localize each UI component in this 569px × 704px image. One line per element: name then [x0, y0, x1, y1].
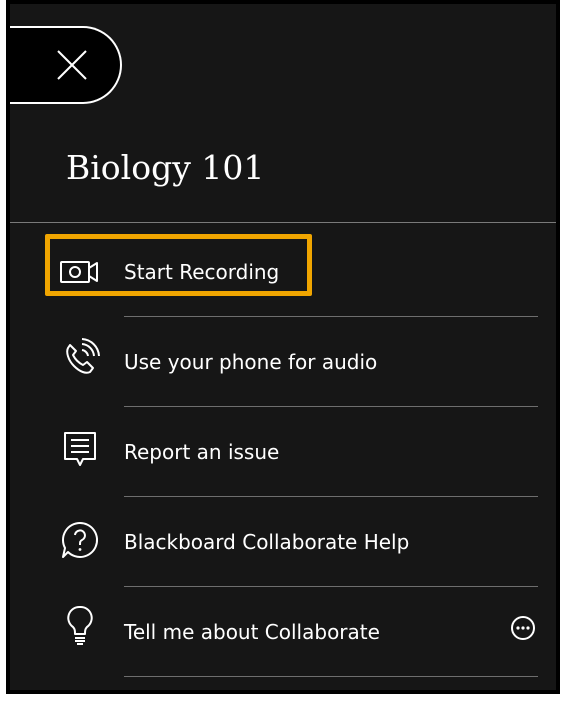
session-title: Biology 101	[66, 148, 265, 187]
menu-item-label: Report an issue	[124, 440, 280, 464]
session-menu-panel: Biology 101 Start Recording Use your pho…	[6, 0, 560, 694]
help-icon	[56, 516, 104, 564]
start-recording-highlight	[45, 234, 312, 296]
menu-item-help[interactable]: Blackboard Collaborate Help	[10, 496, 556, 587]
menu-divider	[124, 676, 538, 677]
title-divider	[10, 222, 556, 223]
screenshot-frame: Biology 101 Start Recording Use your pho…	[2, 0, 566, 702]
menu-item-tell-me-about[interactable]: Tell me about Collaborate	[10, 586, 556, 677]
menu-item-report-issue[interactable]: Report an issue	[10, 406, 556, 497]
close-button[interactable]	[10, 26, 122, 104]
menu-item-phone-audio[interactable]: Use your phone for audio	[10, 316, 556, 407]
close-icon	[57, 50, 87, 80]
menu-item-label: Blackboard Collaborate Help	[124, 530, 410, 554]
menu-item-label: Tell me about Collaborate	[124, 620, 380, 644]
menu-item-label: Use your phone for audio	[124, 350, 378, 374]
more-options-icon[interactable]	[510, 615, 536, 641]
lightbulb-icon	[56, 602, 104, 650]
report-issue-icon	[56, 426, 104, 474]
phone-audio-icon	[56, 334, 104, 382]
